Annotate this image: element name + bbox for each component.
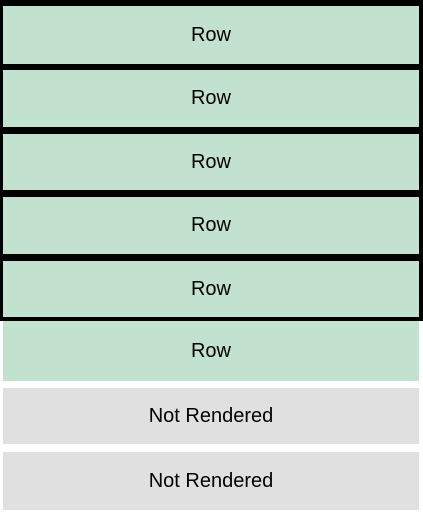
list-item: Not Rendered (3, 388, 419, 444)
row-label: Row (190, 339, 231, 362)
row-label: Row (190, 150, 231, 173)
row-label: Row (190, 87, 231, 109)
row-label: Not Rendered (148, 469, 274, 492)
row-label: Row (190, 277, 231, 300)
list-item: Row (3, 70, 419, 127)
list-item: Row (3, 197, 419, 254)
list-item: Row (3, 321, 419, 381)
row-label: Row (190, 214, 231, 236)
list-item: Row (3, 261, 419, 317)
list-item: Row (3, 6, 419, 64)
list-item: Not Rendered (3, 452, 419, 510)
row-label: Not Rendered (148, 404, 274, 427)
list-item: Row (3, 134, 419, 190)
row-label: Row (190, 23, 231, 46)
